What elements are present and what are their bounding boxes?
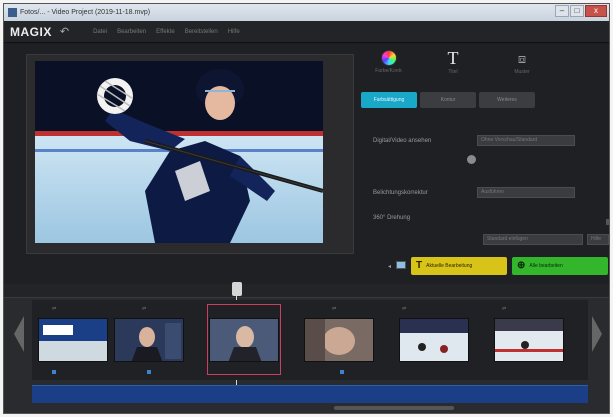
clip-thumbnail[interactable] [114, 318, 184, 362]
clip-header-icon: ⇄ [402, 306, 407, 312]
menu-items: Datei Bearbeiten Effekte Bereitstellen H… [93, 29, 240, 35]
selected-clip-frame [207, 304, 281, 375]
app-window: Fotos/... - Video Project (2019-11-18.mv… [3, 3, 610, 414]
window-controls: – □ x [555, 5, 607, 17]
tab-more[interactable]: Weiteres [479, 92, 535, 108]
timeline-ruler[interactable] [4, 284, 609, 298]
menu-item-effects[interactable]: Effekte [156, 29, 175, 35]
clip-header-icon: ⇄ [332, 306, 337, 312]
stamp-tool-label: Muster [514, 69, 530, 75]
text-icon: T [447, 48, 459, 68]
text-tool-label: Titel [448, 69, 458, 75]
text-tool[interactable]: T Titel [433, 48, 473, 75]
menu-item-help[interactable]: Hilfe [228, 29, 240, 35]
color-wheel-icon [381, 50, 397, 66]
undo-icon[interactable]: ↶ [60, 25, 69, 38]
color-tool[interactable]: Farbe/Kontr. [369, 50, 409, 74]
effect-tabs: Farbsättigung Kontur Weiteres [361, 92, 535, 108]
stamp-icon: ⧈ [517, 51, 527, 66]
app-icon [8, 8, 17, 17]
tab-color[interactable]: Farbsättigung [361, 92, 417, 108]
video-preview[interactable] [35, 61, 323, 243]
insert-default-button[interactable]: Standard einfügen [483, 234, 583, 245]
tab-contour[interactable]: Kontur [420, 92, 476, 108]
timeline-area: ⇄ ⇄ ⇄ ⇄ ⇄ [4, 282, 609, 413]
stamp-tool[interactable]: ⧈ Muster [502, 50, 542, 75]
hockey-player-image [35, 61, 323, 243]
menu-item-file[interactable]: Datei [93, 29, 107, 35]
clip-thumbnail[interactable] [494, 318, 564, 362]
clip-thumbnail[interactable] [399, 318, 469, 362]
clip-marker [52, 370, 56, 374]
scroll-left-arrow[interactable] [12, 314, 26, 354]
clip-thumbnail[interactable] [38, 318, 108, 362]
window-title: Fotos/... - Video Project (2019-11-18.mv… [20, 9, 151, 16]
view-dropdown[interactable]: Ohne Vorschau/Standard [477, 135, 575, 146]
audio-track[interactable] [32, 385, 588, 403]
slider-knob[interactable] [467, 155, 476, 164]
clip-marker [340, 370, 344, 374]
clip-header-icon: ⇄ [502, 306, 507, 312]
effects-panel: Farbe/Kontr. T Titel ⧈ Muster Farbsättig… [359, 44, 609, 284]
horizontal-scrollbar[interactable] [334, 406, 454, 410]
playhead-handle[interactable] [232, 282, 242, 296]
scroll-right-arrow[interactable] [590, 314, 604, 354]
color-tool-label: Farbe/Kontr. [375, 68, 403, 74]
maximize-button[interactable]: □ [570, 5, 584, 17]
title-bar: Fotos/... - Video Project (2019-11-18.mv… [4, 4, 609, 21]
clip-marker [147, 370, 151, 374]
property-label-rotation: 360° Drehung [373, 215, 411, 221]
property-label-exposure: Belichtungskorrektur [373, 190, 428, 196]
property-label-view: Digital/Video ansehen [373, 138, 432, 144]
panel-scroll-marker[interactable] [606, 219, 609, 225]
menu-bar: MAGIX ↶ Datei Bearbeiten Effekte Bereits… [4, 21, 609, 43]
editor-area: Farbe/Kontr. T Titel ⧈ Muster Farbsättig… [4, 44, 609, 284]
clip-header-icon: ⇄ [52, 306, 57, 312]
magix-logo: MAGIX [10, 24, 52, 39]
storyboard: ⇄ ⇄ ⇄ ⇄ ⇄ [32, 300, 588, 380]
preview-panel [26, 54, 354, 254]
minimize-button[interactable]: – [555, 5, 569, 17]
help-button[interactable]: Hilfe [587, 234, 609, 245]
exposure-button[interactable]: Ausführen [477, 187, 575, 198]
menu-item-edit[interactable]: Bearbeiten [117, 29, 146, 35]
menu-item-share[interactable]: Bereitstellen [185, 29, 218, 35]
clip-thumbnail[interactable] [304, 318, 374, 362]
close-button[interactable]: x [585, 5, 607, 17]
clip-header-icon: ⇄ [142, 306, 147, 312]
